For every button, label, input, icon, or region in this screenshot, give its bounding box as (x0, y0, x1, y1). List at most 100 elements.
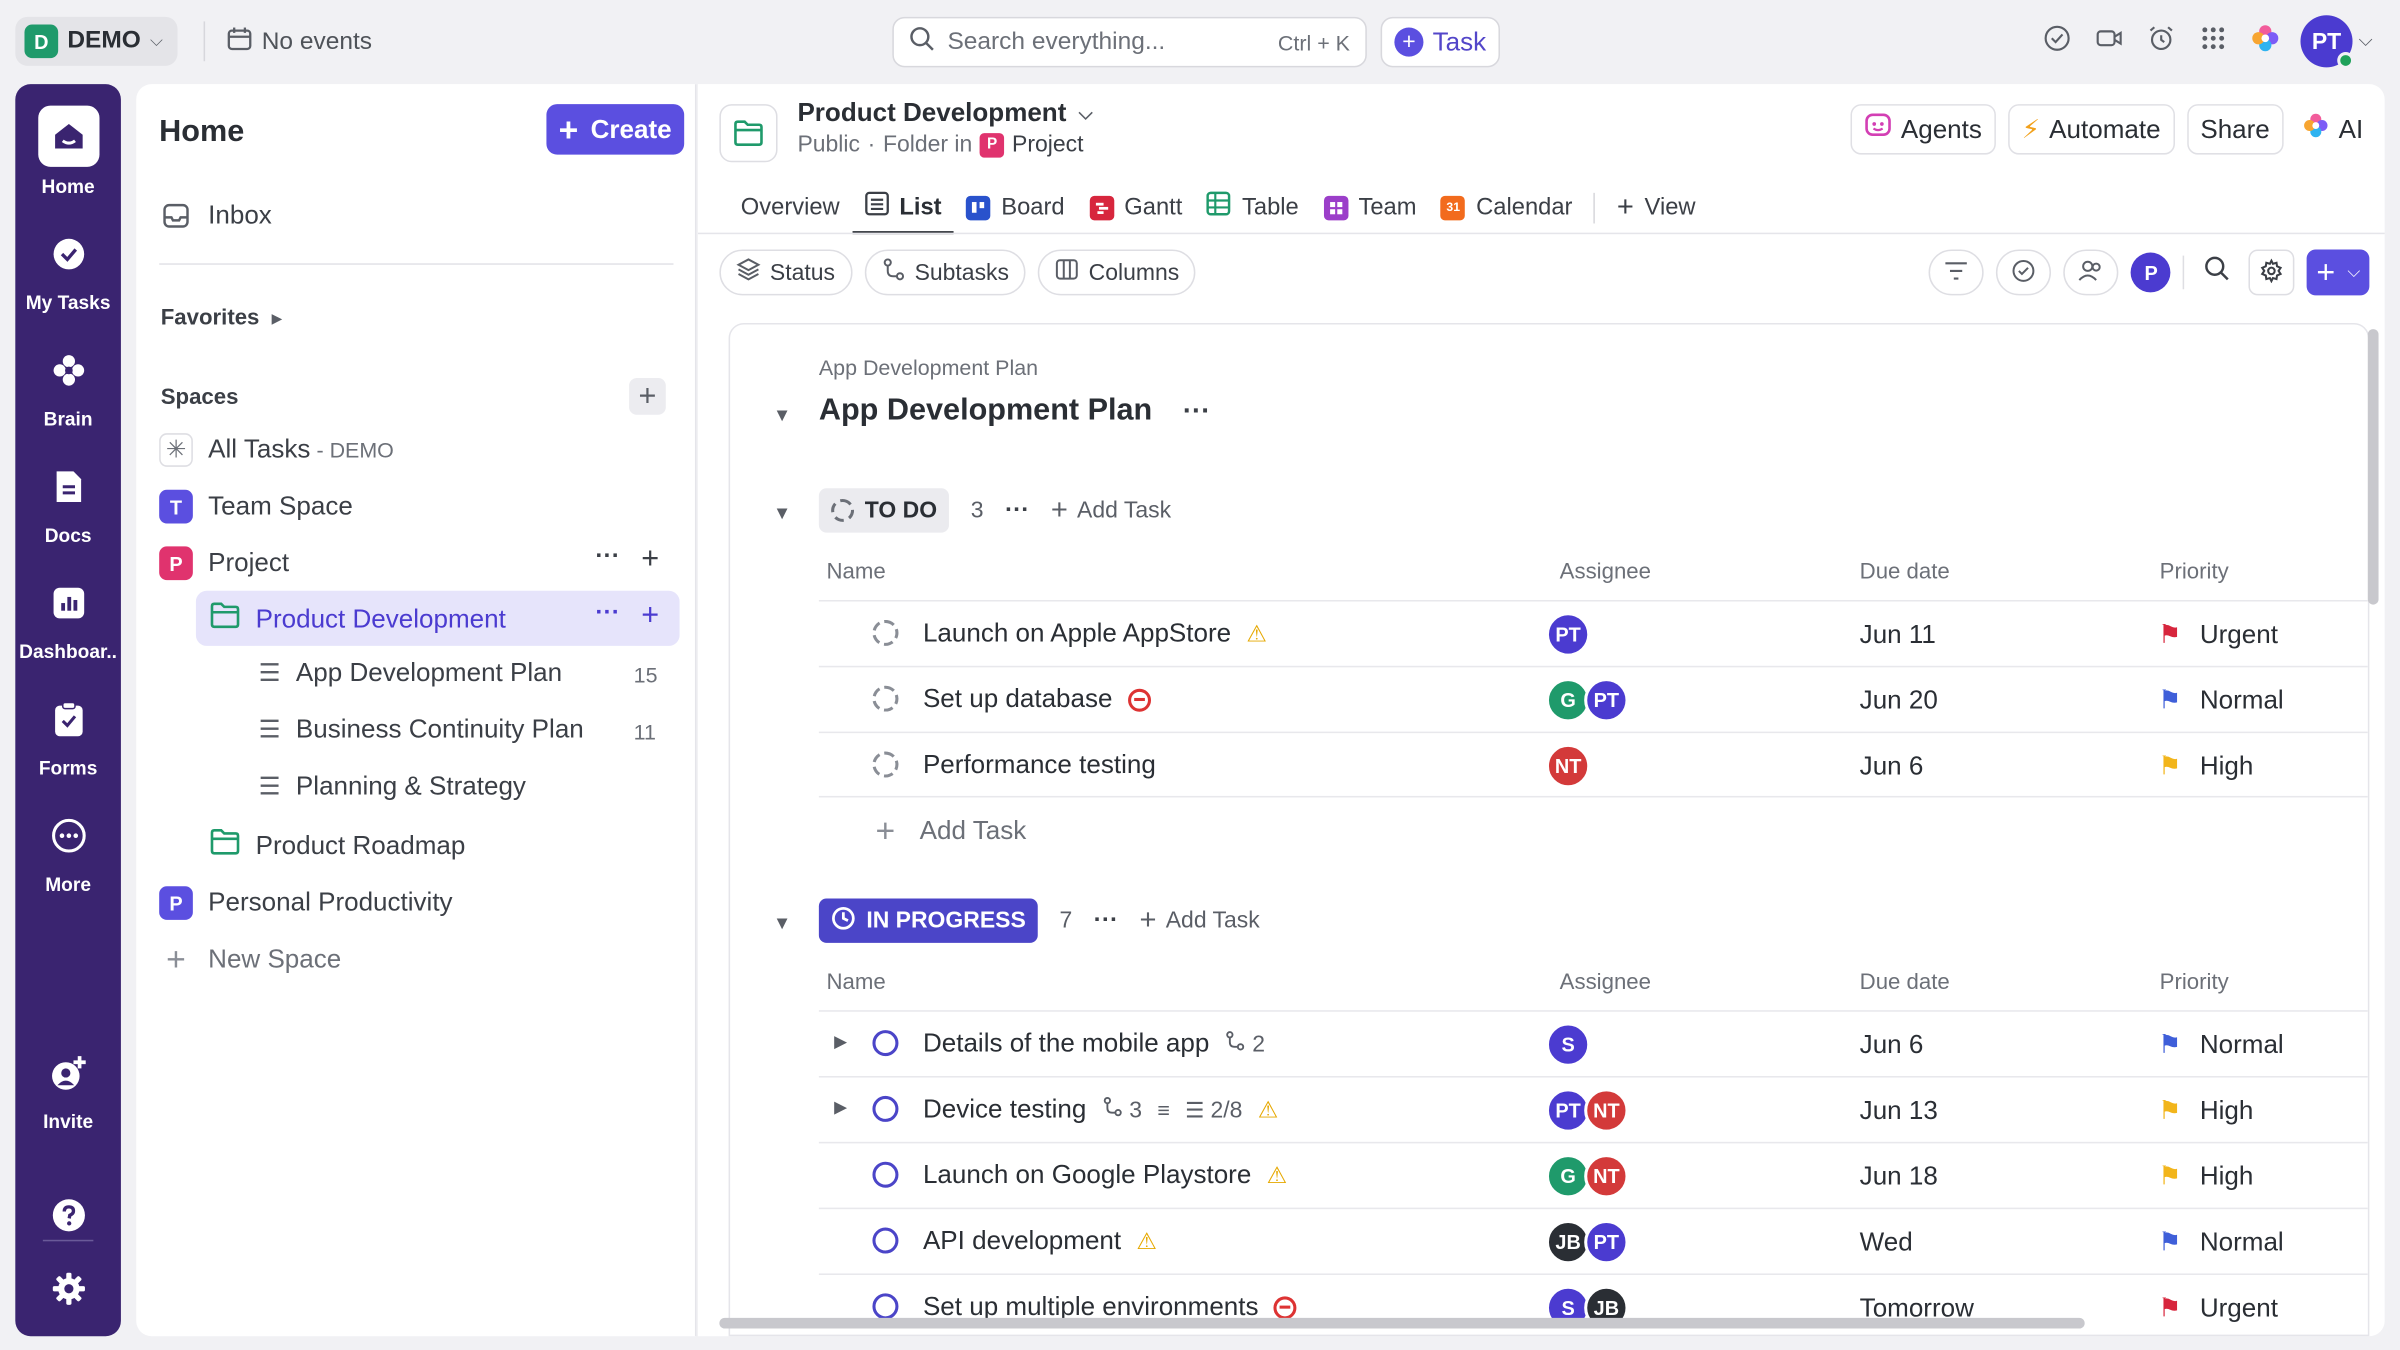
add-task-inline[interactable]: + Add Task (1051, 496, 1171, 525)
user-avatar[interactable]: PT (2300, 15, 2355, 69)
column-header-due-date[interactable]: Due date (1860, 970, 1950, 994)
in-progress-status-icon[interactable] (872, 1161, 899, 1188)
customize-button[interactable] (2249, 249, 2295, 296)
rail-item-brain[interactable]: Brain (15, 341, 121, 430)
automate-button[interactable]: ⚡ Automate (2007, 104, 2175, 155)
due-date[interactable]: Jun 20 (1860, 686, 1938, 717)
priority[interactable]: ⚑ Urgent (2158, 620, 2278, 651)
horizontal-scrollbar[interactable] (719, 1317, 2085, 1329)
create-button[interactable]: + Create (546, 104, 684, 155)
due-date[interactable]: Jun 13 (1860, 1096, 1938, 1127)
plus-icon[interactable]: + (641, 600, 659, 631)
table-row[interactable]: Launch on Apple AppStore ⚠ PT Jun 11 ⚑ Urg… (818, 599, 2368, 666)
group-by-status-button[interactable]: Status (719, 249, 852, 296)
checklist-progress[interactable]: ☰ 2/8 (1185, 1097, 1242, 1123)
column-header-due-date[interactable]: Due date (1860, 560, 1950, 584)
priority[interactable]: ⚑ Urgent (2158, 1293, 2278, 1324)
table-row[interactable]: Performance testing NT Jun 6 ⚑ High (818, 731, 2368, 798)
rail-item-my-tasks[interactable]: My Tasks (15, 225, 121, 314)
search-input[interactable]: Search everything... Ctrl + K (892, 16, 1367, 68)
task-name[interactable]: Details of the mobile app (923, 1029, 1209, 1060)
due-date[interactable]: Jun 6 (1860, 1030, 1924, 1061)
add-task-split-button[interactable]: + ⌵ (2307, 249, 2370, 296)
workspace-switcher[interactable]: D DEMO ⌵ (15, 16, 179, 66)
sidebar-item-all-tasks[interactable]: ✳ All Tasks - DEMO (159, 433, 394, 467)
tab-table[interactable]: Table (1195, 182, 1311, 233)
more-horizontal-icon[interactable]: ··· (595, 600, 619, 631)
share-button[interactable]: Share (2186, 104, 2284, 155)
priority[interactable]: ⚑ High (2158, 1096, 2253, 1127)
column-header-assignee[interactable]: Assignee (1560, 560, 1651, 584)
chevron-down-icon[interactable]: ⌵ (2359, 29, 2373, 52)
collapse-caret-icon[interactable]: ▼ (773, 912, 791, 933)
in-progress-status-icon[interactable] (872, 1227, 899, 1254)
table-row[interactable]: API development ⚠ JB PT Wed ⚑ Normal (818, 1207, 2368, 1274)
assignees-button[interactable] (2063, 249, 2119, 296)
due-date[interactable]: Jun 6 (1860, 752, 1924, 783)
expand-caret-icon[interactable]: ▶ (834, 1032, 847, 1051)
priority[interactable]: ⚑ Normal (2158, 686, 2284, 717)
assignees[interactable]: PT NT (1545, 1088, 1629, 1133)
page-title[interactable]: Product Development ⌵ (797, 98, 1092, 129)
sidebar-item-list[interactable]: ☰ App Development Plan (259, 658, 562, 689)
rail-item-forms[interactable]: Forms (15, 690, 121, 779)
check-circle-icon[interactable] (2042, 23, 2073, 54)
rail-item-help[interactable] (15, 1186, 121, 1244)
plus-icon[interactable]: + (641, 543, 659, 574)
alarm-clock-icon[interactable] (2146, 23, 2177, 54)
sidebar-item-project[interactable]: P Project (159, 546, 289, 581)
add-task-inline[interactable]: + Add Task (1140, 906, 1260, 935)
table-row[interactable]: Launch on Google Playstore ⚠ G NT Jun 18 ⚑… (818, 1141, 2368, 1208)
rail-item-home[interactable]: Home (15, 105, 121, 197)
assignees[interactable]: S (1545, 1022, 1591, 1067)
more-horizontal-icon[interactable]: ··· (595, 543, 619, 574)
tab-overview[interactable]: Overview (729, 182, 852, 233)
collapse-caret-icon[interactable]: ▼ (773, 502, 791, 523)
subtask-count[interactable]: 3 (1102, 1096, 1142, 1124)
todo-status-icon[interactable] (872, 751, 899, 778)
assignees[interactable]: G PT (1545, 678, 1629, 723)
rail-item-docs[interactable]: Docs (15, 458, 121, 546)
tab-calendar[interactable]: 31 Calendar (1429, 182, 1585, 233)
events-indicator[interactable]: No events (227, 26, 372, 60)
tab-board[interactable]: Board (954, 182, 1077, 233)
priority[interactable]: ⚑ High (2158, 1162, 2253, 1193)
list-breadcrumb[interactable]: App Development Plan (819, 355, 1038, 379)
more-horizontal-icon[interactable]: ··· (1005, 497, 1029, 525)
sidebar-item-product-roadmap[interactable]: Product Roadmap (210, 828, 465, 863)
assignees[interactable]: G NT (1545, 1154, 1629, 1199)
subtasks-button[interactable]: Subtasks (864, 249, 1026, 296)
due-date[interactable]: Jun 11 (1860, 620, 1936, 651)
task-name[interactable]: Launch on Google Playstore (923, 1160, 1251, 1191)
assignees[interactable]: PT (1545, 612, 1591, 657)
video-icon[interactable] (2094, 23, 2125, 54)
favorites-header[interactable]: Favorites ▶ (161, 306, 283, 330)
priority[interactable]: ⚑ High (2158, 752, 2253, 783)
search-tasks-button[interactable] (2197, 256, 2237, 290)
add-view-button[interactable]: + View (1605, 182, 1708, 233)
rail-item-dashboards[interactable]: Dashboar.. (15, 574, 121, 663)
priority[interactable]: ⚑ Normal (2158, 1030, 2284, 1061)
add-task-row[interactable]: + Add Task (876, 814, 1027, 848)
tab-team[interactable]: Team (1311, 182, 1429, 233)
in-progress-status-icon[interactable] (872, 1030, 899, 1057)
due-date[interactable]: Jun 18 (1860, 1162, 1938, 1193)
task-name[interactable]: Device testing (923, 1094, 1086, 1125)
task-name[interactable]: Set up database (923, 684, 1113, 715)
in-progress-status-icon[interactable] (872, 1095, 899, 1122)
parent-link[interactable]: Project (1012, 132, 1083, 158)
subtask-count[interactable]: 2 (1225, 1030, 1265, 1058)
sidebar-item-product-development[interactable]: Product Development (210, 602, 506, 637)
vertical-scrollbar[interactable] (2367, 329, 2379, 605)
collapse-caret-icon[interactable]: ▼ (773, 404, 791, 425)
more-horizontal-icon[interactable]: ··· (1183, 395, 1211, 427)
rail-item-more[interactable]: More (15, 807, 121, 895)
column-header-name[interactable]: Name (827, 560, 886, 584)
sidebar-item-personal-productivity[interactable]: P Personal Productivity (159, 886, 453, 920)
in-progress-status-icon[interactable] (872, 1293, 899, 1320)
sidebar-item-list[interactable]: ☰ Planning & Strategy (259, 771, 526, 802)
priority[interactable]: ⚑ Normal (2158, 1228, 2284, 1259)
expand-caret-icon[interactable]: ▶ (834, 1097, 847, 1117)
apps-grid-icon[interactable] (2198, 23, 2229, 54)
table-row[interactable]: ▶ Details of the mobile app 2 S Jun 6 ⚑ No… (818, 1010, 2368, 1076)
